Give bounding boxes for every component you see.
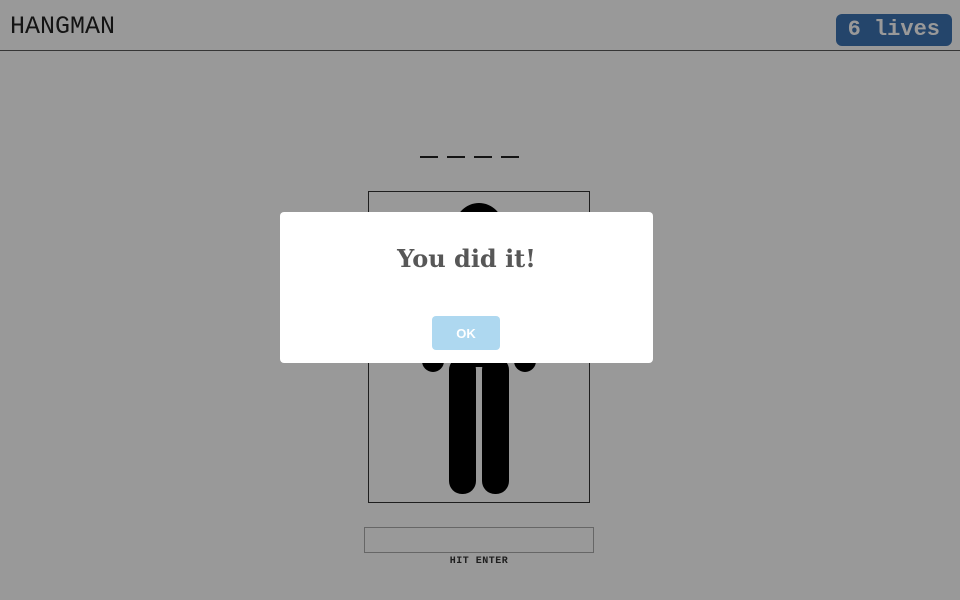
- dialog-title: You did it!: [397, 244, 536, 273]
- success-dialog: You did it! OK: [280, 212, 653, 363]
- ok-button[interactable]: OK: [432, 316, 500, 350]
